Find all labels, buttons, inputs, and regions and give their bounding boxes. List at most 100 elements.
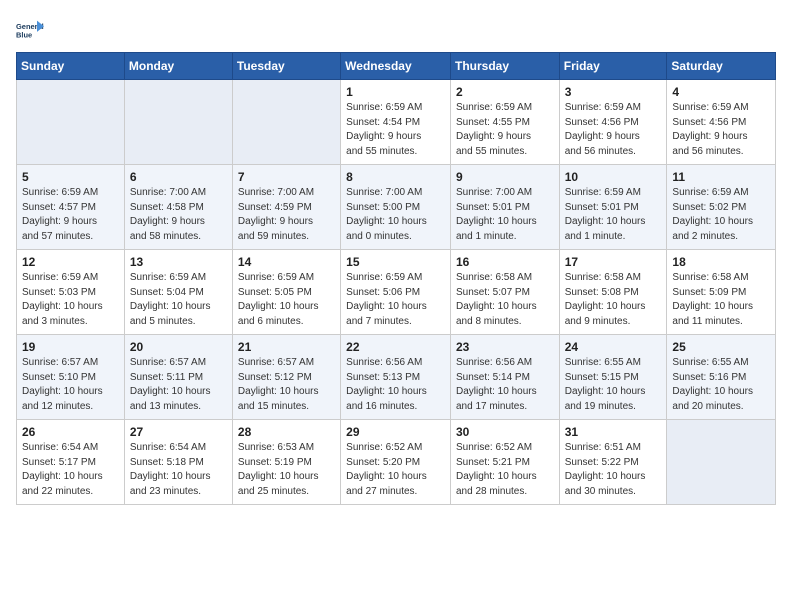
day-info: Sunrise: 6:52 AM Sunset: 5:20 PM Dayligh… [346, 441, 445, 499]
calendar-cell [17, 80, 125, 165]
calendar-cell: 13 Sunrise: 6:59 AM Sunset: 5:04 PM Dayli… [124, 250, 232, 335]
weekday-header-friday: Friday [559, 53, 667, 80]
day-info: Sunrise: 7:00 AM Sunset: 5:00 PM Dayligh… [346, 186, 445, 244]
weekday-header-wednesday: Wednesday [341, 53, 451, 80]
day-number: 24 [565, 340, 662, 354]
calendar-cell: 12Sunrise: 6:59 AM Sunset: 5:03 PM Dayli… [17, 250, 125, 335]
day-number: 3 [565, 85, 662, 99]
day-number: 16 [456, 255, 554, 269]
day-number: 7 [238, 170, 335, 184]
calendar-cell: 14 Sunrise: 6:59 AM Sunset: 5:05 PM Dayli… [232, 250, 340, 335]
calendar-cell: 29Sunrise: 6:52 AM Sunset: 5:20 PM Dayli… [341, 420, 451, 505]
calendar-cell: 27 Sunrise: 6:54 AM Sunset: 5:18 PM Dayli… [124, 420, 232, 505]
logo: GeneralBlue [16, 16, 48, 44]
day-number: 31 [565, 425, 662, 439]
day-info: Sunrise: 6:57 AM Sunset: 5:10 PM Dayligh… [22, 356, 119, 414]
calendar-cell: 3Sunrise: 6:59 AM Sunset: 4:56 PM Daylig… [559, 80, 667, 165]
calendar-cell [124, 80, 232, 165]
day-number: 2 [456, 85, 554, 99]
day-number: 8 [346, 170, 445, 184]
day-info: Sunrise: 6:58 AM Sunset: 5:09 PM Dayligh… [672, 271, 770, 329]
day-info: Sunrise: 6:56 AM Sunset: 5:13 PM Dayligh… [346, 356, 445, 414]
calendar-cell: 21Sunrise: 6:57 AM Sunset: 5:12 PM Dayli… [232, 335, 340, 420]
calendar-cell: 22 Sunrise: 6:56 AM Sunset: 5:13 PM Dayli… [341, 335, 451, 420]
day-number: 11 [672, 170, 770, 184]
day-number: 20 [130, 340, 227, 354]
calendar-cell [232, 80, 340, 165]
header: GeneralBlue [16, 16, 776, 44]
day-number: 27 [130, 425, 227, 439]
calendar-cell: 28Sunrise: 6:53 AM Sunset: 5:19 PM Dayli… [232, 420, 340, 505]
day-number: 6 [130, 170, 227, 184]
calendar-cell: 9 Sunrise: 7:00 AM Sunset: 5:01 PM Daylig… [450, 165, 559, 250]
day-info: Sunrise: 7:00 AM Sunset: 4:59 PM Dayligh… [238, 186, 335, 244]
logo-icon: GeneralBlue [16, 16, 44, 44]
day-number: 4 [672, 85, 770, 99]
day-info: Sunrise: 7:00 AM Sunset: 4:58 PM Dayligh… [130, 186, 227, 244]
calendar-cell: 31 Sunrise: 6:51 AM Sunset: 5:22 PM Dayli… [559, 420, 667, 505]
day-info: Sunrise: 6:59 AM Sunset: 5:02 PM Dayligh… [672, 186, 770, 244]
calendar-cell: 10Sunrise: 6:59 AM Sunset: 5:01 PM Dayli… [559, 165, 667, 250]
calendar-cell: 24Sunrise: 6:55 AM Sunset: 5:15 PM Dayli… [559, 335, 667, 420]
day-info: Sunrise: 6:58 AM Sunset: 5:08 PM Dayligh… [565, 271, 662, 329]
day-info: Sunrise: 6:59 AM Sunset: 4:54 PM Dayligh… [346, 101, 445, 159]
day-number: 30 [456, 425, 554, 439]
calendar-cell: 1 Sunrise: 6:59 AM Sunset: 4:54 PM Daylig… [341, 80, 451, 165]
calendar-cell: 7 Sunrise: 7:00 AM Sunset: 4:59 PM Daylig… [232, 165, 340, 250]
day-info: Sunrise: 6:59 AM Sunset: 5:06 PM Dayligh… [346, 271, 445, 329]
day-number: 5 [22, 170, 119, 184]
weekday-header-monday: Monday [124, 53, 232, 80]
calendar-week-2: 5 Sunrise: 6:59 AM Sunset: 4:57 PM Daylig… [17, 165, 776, 250]
day-number: 25 [672, 340, 770, 354]
day-number: 15 [346, 255, 445, 269]
calendar-week-4: 19 Sunrise: 6:57 AM Sunset: 5:10 PM Dayli… [17, 335, 776, 420]
weekday-header-row: SundayMondayTuesdayWednesdayThursdayFrid… [17, 53, 776, 80]
calendar-cell: 19 Sunrise: 6:57 AM Sunset: 5:10 PM Dayli… [17, 335, 125, 420]
calendar-cell: 2 Sunrise: 6:59 AM Sunset: 4:55 PM Daylig… [450, 80, 559, 165]
calendar-cell: 5 Sunrise: 6:59 AM Sunset: 4:57 PM Daylig… [17, 165, 125, 250]
day-number: 13 [130, 255, 227, 269]
day-info: Sunrise: 6:51 AM Sunset: 5:22 PM Dayligh… [565, 441, 662, 499]
weekday-header-saturday: Saturday [667, 53, 776, 80]
calendar-cell: 17 Sunrise: 6:58 AM Sunset: 5:08 PM Dayli… [559, 250, 667, 335]
calendar-cell: 15 Sunrise: 6:59 AM Sunset: 5:06 PM Dayli… [341, 250, 451, 335]
day-info: Sunrise: 6:59 AM Sunset: 5:03 PM Dayligh… [22, 271, 119, 329]
day-number: 14 [238, 255, 335, 269]
day-number: 28 [238, 425, 335, 439]
day-info: Sunrise: 6:59 AM Sunset: 5:04 PM Dayligh… [130, 271, 227, 329]
day-number: 26 [22, 425, 119, 439]
day-number: 19 [22, 340, 119, 354]
day-info: Sunrise: 6:59 AM Sunset: 4:55 PM Dayligh… [456, 101, 554, 159]
calendar-week-1: 1 Sunrise: 6:59 AM Sunset: 4:54 PM Daylig… [17, 80, 776, 165]
calendar-cell: 25 Sunrise: 6:55 AM Sunset: 5:16 PM Dayli… [667, 335, 776, 420]
calendar-cell: 18 Sunrise: 6:58 AM Sunset: 5:09 PM Dayli… [667, 250, 776, 335]
day-info: Sunrise: 6:54 AM Sunset: 5:18 PM Dayligh… [130, 441, 227, 499]
calendar-cell: 30Sunrise: 6:52 AM Sunset: 5:21 PM Dayli… [450, 420, 559, 505]
calendar-cell: 6 Sunrise: 7:00 AM Sunset: 4:58 PM Daylig… [124, 165, 232, 250]
calendar-week-3: 12Sunrise: 6:59 AM Sunset: 5:03 PM Dayli… [17, 250, 776, 335]
day-number: 1 [346, 85, 445, 99]
svg-text:Blue: Blue [16, 30, 32, 39]
day-info: Sunrise: 6:54 AM Sunset: 5:17 PM Dayligh… [22, 441, 119, 499]
calendar-cell [667, 420, 776, 505]
weekday-header-sunday: Sunday [17, 53, 125, 80]
day-info: Sunrise: 6:57 AM Sunset: 5:12 PM Dayligh… [238, 356, 335, 414]
calendar-cell: 20 Sunrise: 6:57 AM Sunset: 5:11 PM Dayli… [124, 335, 232, 420]
day-info: Sunrise: 7:00 AM Sunset: 5:01 PM Dayligh… [456, 186, 554, 244]
calendar-cell: 26 Sunrise: 6:54 AM Sunset: 5:17 PM Dayli… [17, 420, 125, 505]
calendar-cell: 8 Sunrise: 7:00 AM Sunset: 5:00 PM Daylig… [341, 165, 451, 250]
day-number: 17 [565, 255, 662, 269]
day-info: Sunrise: 6:59 AM Sunset: 5:01 PM Dayligh… [565, 186, 662, 244]
day-info: Sunrise: 6:59 AM Sunset: 5:05 PM Dayligh… [238, 271, 335, 329]
day-number: 9 [456, 170, 554, 184]
day-number: 18 [672, 255, 770, 269]
calendar-cell: 23Sunrise: 6:56 AM Sunset: 5:14 PM Dayli… [450, 335, 559, 420]
day-info: Sunrise: 6:59 AM Sunset: 4:56 PM Dayligh… [672, 101, 770, 159]
day-info: Sunrise: 6:56 AM Sunset: 5:14 PM Dayligh… [456, 356, 554, 414]
day-info: Sunrise: 6:57 AM Sunset: 5:11 PM Dayligh… [130, 356, 227, 414]
day-info: Sunrise: 6:55 AM Sunset: 5:16 PM Dayligh… [672, 356, 770, 414]
calendar-cell: 4 Sunrise: 6:59 AM Sunset: 4:56 PM Daylig… [667, 80, 776, 165]
day-number: 22 [346, 340, 445, 354]
weekday-header-thursday: Thursday [450, 53, 559, 80]
day-info: Sunrise: 6:59 AM Sunset: 4:57 PM Dayligh… [22, 186, 119, 244]
